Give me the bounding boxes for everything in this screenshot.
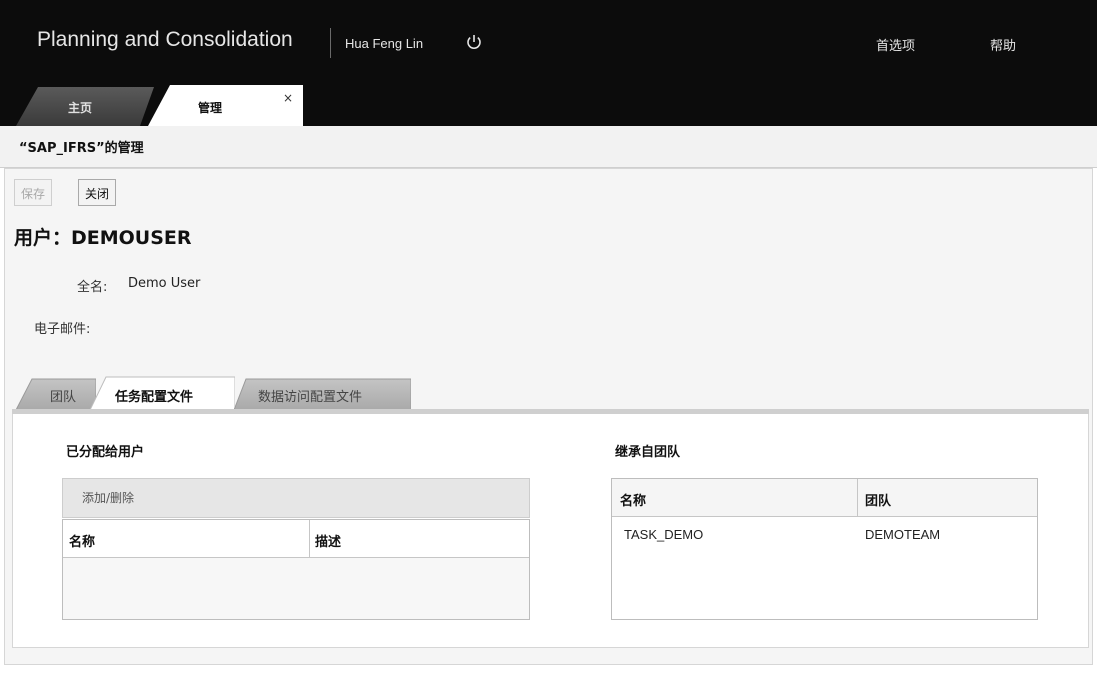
power-icon[interactable]: [465, 33, 483, 51]
title-divider: [330, 28, 331, 58]
breadcrumb-bar: [0, 126, 1097, 168]
subtab-data-access-profile-label: 数据访问配置文件: [258, 390, 363, 405]
column-header-name[interactable]: 名称: [620, 490, 646, 509]
app-title: Planning and Consolidation: [37, 28, 293, 51]
table-header: 名称 描述: [63, 520, 529, 558]
table-header: 名称 团队: [612, 479, 1037, 517]
add-remove-button[interactable]: 添加/删除: [82, 489, 134, 506]
tab-admin[interactable]: 管理: [148, 85, 303, 126]
user-name: Hua Feng Lin: [345, 36, 424, 51]
row-team-cell: DEMOTEAM: [865, 527, 941, 542]
column-header-team[interactable]: 团队: [865, 490, 891, 509]
subtab-task-profile[interactable]: 任务配置文件: [90, 376, 235, 410]
column-header-description[interactable]: 描述: [315, 531, 341, 550]
close-button[interactable]: 关闭: [78, 179, 117, 206]
row-name-cell: TASK_DEMO: [624, 527, 704, 542]
tab-home[interactable]: 主页: [16, 85, 154, 126]
assigned-table: 名称 描述: [62, 519, 530, 620]
column-divider: [309, 520, 310, 558]
full-name-value: Demo User: [128, 276, 201, 291]
tab-home-label: 主页: [68, 101, 93, 115]
email-label: 电子邮件:: [34, 322, 91, 337]
user-heading: 用户：DEMOUSER: [14, 227, 192, 249]
column-header-name[interactable]: 名称: [69, 531, 95, 550]
subtab-task-profile-label: 任务配置文件: [115, 390, 194, 405]
subtab-data-access-profile[interactable]: 数据访问配置文件: [234, 376, 411, 410]
subtab-team[interactable]: 团队: [16, 376, 96, 410]
inherited-table: 名称 团队 TASK_DEMO DEMOTEAM: [611, 478, 1038, 620]
tab-admin-label: 管理: [198, 101, 223, 115]
full-name-label: 全名:: [77, 280, 108, 295]
save-button[interactable]: 保存: [14, 179, 53, 206]
table-row[interactable]: TASK_DEMO DEMOTEAM: [612, 517, 1037, 553]
close-tab-icon[interactable]: ×: [283, 91, 293, 105]
inherited-title: 继承自团队: [615, 445, 681, 460]
subtab-team-label: 团队: [50, 390, 77, 405]
page-title: “SAP_IFRS”的管理: [19, 141, 144, 156]
help-link[interactable]: 帮助: [990, 35, 1016, 54]
preferences-link[interactable]: 首选项: [876, 35, 915, 54]
column-divider: [857, 479, 858, 517]
assigned-title: 已分配给用户: [66, 445, 145, 460]
